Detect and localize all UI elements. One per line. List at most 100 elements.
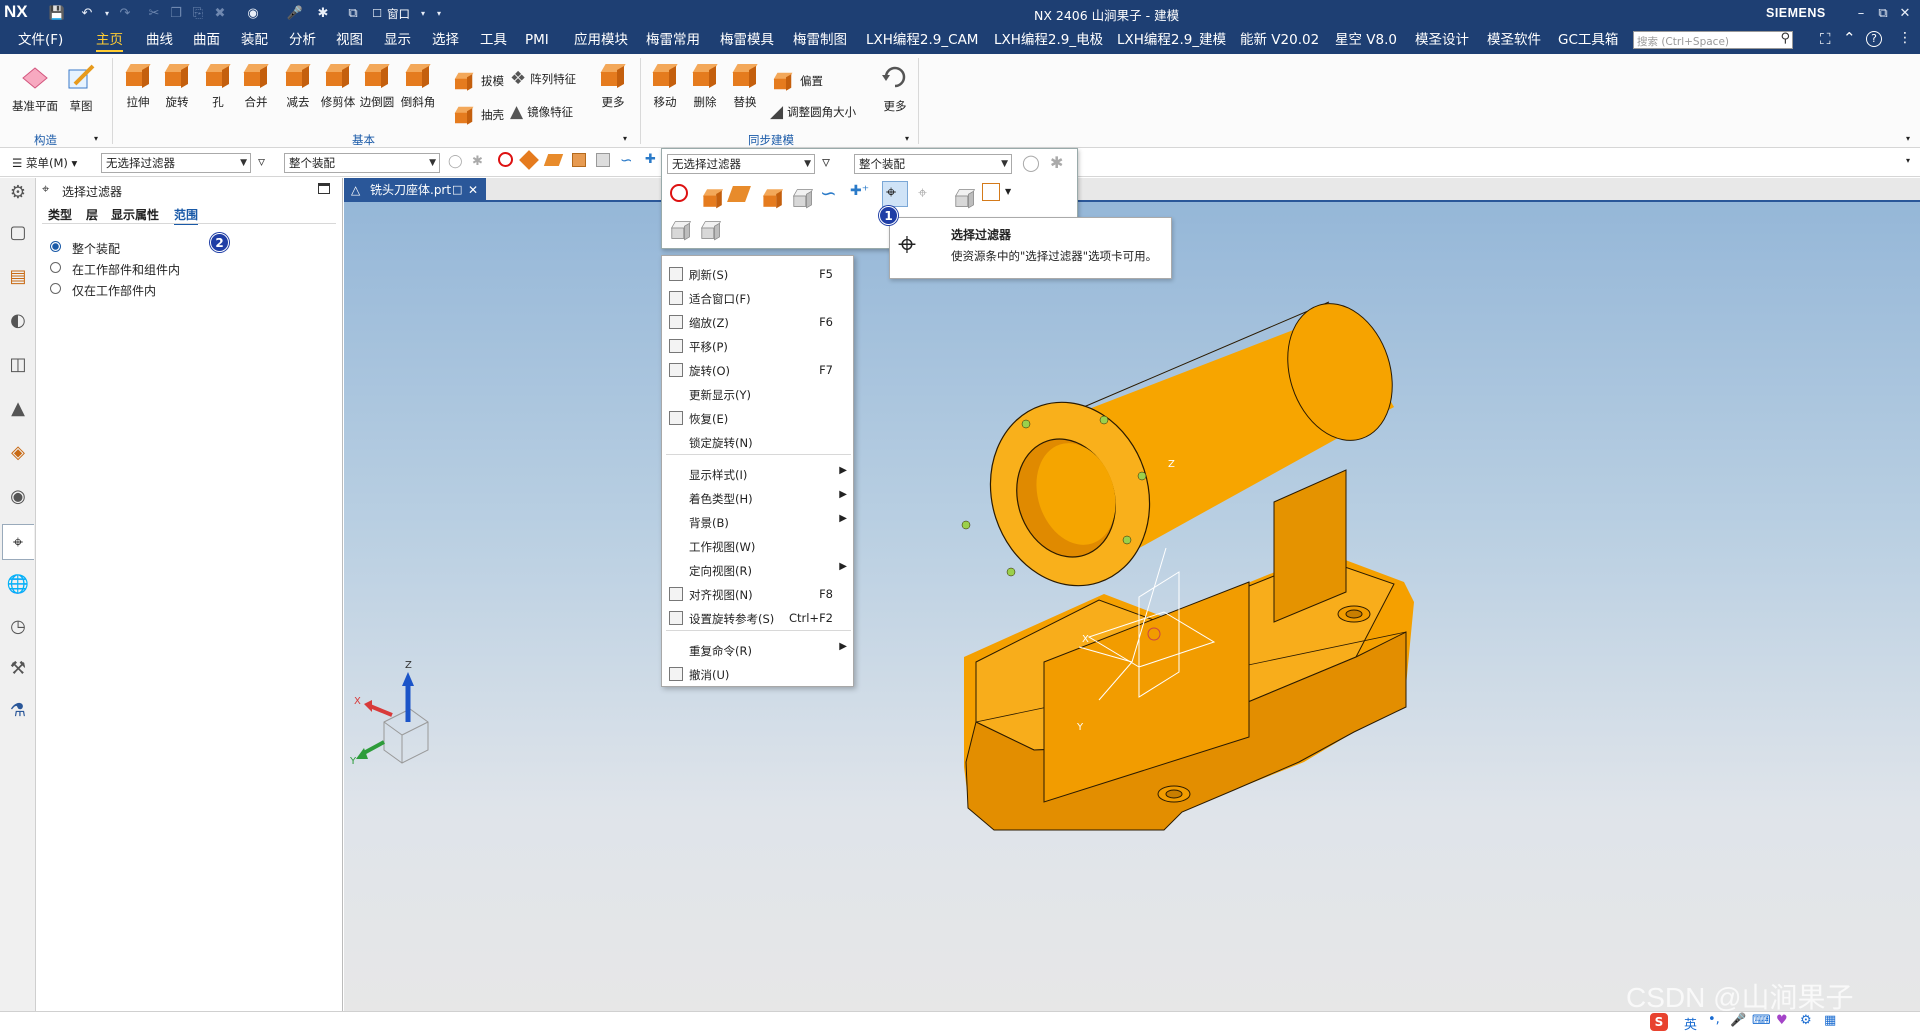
popup-snap-point-icon[interactable] bbox=[982, 183, 1000, 201]
restore-icon[interactable]: ⧉ bbox=[1874, 4, 1892, 22]
popup-snap-dropdown-icon[interactable]: ▼ bbox=[1005, 187, 1011, 196]
microphone-icon[interactable]: 🎤 bbox=[286, 4, 304, 22]
fullscreen-icon[interactable]: ⛶ bbox=[1820, 30, 1831, 48]
graphics-window[interactable]: Z X Y Z X Y CSDN @山涧果子 bbox=[344, 202, 1920, 1013]
menu-tab-14[interactable]: 梅雷制图 bbox=[793, 26, 847, 54]
popup-no-selection-icon[interactable] bbox=[670, 184, 688, 202]
minimize-icon[interactable]: – bbox=[1852, 4, 1870, 22]
help-icon[interactable]: ? bbox=[1866, 31, 1882, 47]
face-select-icon[interactable] bbox=[543, 154, 564, 166]
menu-tab-3[interactable]: 曲面 bbox=[193, 26, 220, 54]
constraint-navigator-icon[interactable]: ◐ bbox=[6, 308, 30, 332]
panel-maximize-icon[interactable] bbox=[318, 183, 330, 194]
menu-tab-19[interactable]: 星空 V8.0 bbox=[1335, 26, 1397, 54]
context-menu-item[interactable]: 旋转(O) F7 bbox=[662, 358, 855, 382]
delete-icon[interactable]: ✖ bbox=[211, 4, 229, 22]
copy-icon[interactable]: ❐ bbox=[167, 4, 185, 22]
menu-tab-17[interactable]: LXH编程2.9_建模 bbox=[1117, 26, 1226, 54]
search-input[interactable]: 搜索 (Ctrl+Space) bbox=[1637, 34, 1729, 49]
part-thread-hole[interactable] bbox=[1021, 419, 1031, 429]
popup-extra-icon-b[interactable] bbox=[698, 217, 724, 246]
search-icon[interactable]: ⚲ bbox=[1780, 31, 1790, 46]
scope-select[interactable]: 整个装配 ▼ bbox=[284, 153, 440, 173]
selbar-overflow-icon[interactable]: ▾ bbox=[1906, 156, 1910, 165]
context-menu-item[interactable]: 缩放(Z) F6 bbox=[662, 310, 855, 334]
resize-blend-button[interactable]: ◢ 调整圆角大小 bbox=[770, 102, 856, 122]
ime-punct-icon[interactable]: •, bbox=[1708, 1012, 1720, 1027]
pattern-feature-button[interactable]: ❖ 阵列特征 bbox=[510, 68, 576, 89]
ribbon-options-icon[interactable]: ⋮ bbox=[1898, 30, 1912, 46]
sketch-button[interactable]: 草图 bbox=[62, 62, 100, 114]
menu-tab-2[interactable]: 曲线 bbox=[146, 26, 173, 54]
popup-solid-icon[interactable] bbox=[760, 185, 786, 214]
save-icon[interactable]: 💾 bbox=[48, 4, 66, 22]
datum-plane-button[interactable]: 基准平面 bbox=[10, 62, 60, 114]
context-menu-item[interactable]: 对齐视图(N) F8 bbox=[662, 582, 855, 606]
menu-tab-20[interactable]: 模圣设计 bbox=[1415, 26, 1469, 54]
window-switch-icon[interactable]: ⧉ bbox=[344, 4, 362, 22]
popup-points-icon[interactable]: ✚⁺ bbox=[850, 183, 869, 199]
popup-filter-funnel-icon[interactable]: ▿ bbox=[822, 152, 830, 171]
model-views-icon[interactable]: ◫ bbox=[6, 352, 30, 376]
popup-component-icon[interactable] bbox=[952, 185, 978, 214]
ime-mic-icon[interactable]: 🎤 bbox=[1730, 1013, 1746, 1028]
ime-lang[interactable]: 英 bbox=[1684, 1014, 1697, 1033]
part-thread-hole[interactable] bbox=[1099, 415, 1109, 425]
assembly-navigator-icon[interactable]: ▤ bbox=[6, 264, 30, 288]
nx-logo[interactable]: NX bbox=[4, 2, 28, 22]
menu-tab-16[interactable]: LXH编程2.9_电极 bbox=[994, 26, 1103, 54]
menu-tab-5[interactable]: 分析 bbox=[289, 26, 316, 54]
move-button[interactable]: 移动 bbox=[646, 62, 684, 110]
scope-radio-0[interactable] bbox=[50, 241, 61, 252]
ime-grid-icon[interactable]: ▦ bbox=[1824, 1013, 1836, 1028]
basic-expand-icon[interactable]: ▾ bbox=[623, 134, 627, 143]
menu-tab-22[interactable]: GC工具箱 bbox=[1558, 26, 1618, 54]
context-menu-item[interactable]: 设置旋转参考(S) Ctrl+F2 bbox=[662, 606, 855, 630]
scope-radio-2[interactable] bbox=[50, 283, 61, 294]
context-menu-item[interactable]: 平移(P) bbox=[662, 334, 855, 358]
context-menu-item[interactable]: 显示样式(I) ▶ bbox=[662, 462, 855, 486]
deselect-icon[interactable]: ✱ bbox=[472, 154, 483, 169]
trim-body-button[interactable]: 修剪体 bbox=[318, 62, 358, 110]
construct-expand-icon[interactable]: ▾ bbox=[94, 134, 98, 143]
selection-filter-icon[interactable]: ⌖ bbox=[6, 530, 30, 554]
select-all-icon[interactable]: ◯ bbox=[448, 154, 463, 169]
ime-tools-icon[interactable]: ⚙ bbox=[1800, 1013, 1812, 1028]
history-icon[interactable]: 🌐 bbox=[6, 572, 30, 596]
command-finder-icon[interactable]: ✱ bbox=[314, 4, 332, 22]
context-menu-item[interactable]: 背景(B) ▶ bbox=[662, 510, 855, 534]
popup-curve-icon[interactable]: ∽ bbox=[820, 181, 837, 205]
context-menu-item[interactable]: 恢复(E) bbox=[662, 406, 855, 430]
shell-button[interactable]: 抽壳 bbox=[451, 102, 504, 128]
menu-tab-15[interactable]: LXH编程2.9_CAM bbox=[866, 26, 978, 54]
tab-document[interactable]: △ 铣头刀座体.prt □ ✕ bbox=[344, 178, 486, 202]
no-selection-icon[interactable] bbox=[498, 152, 513, 167]
delete-face-button[interactable]: 删除 bbox=[686, 62, 724, 110]
undo-icon[interactable]: ↶ bbox=[78, 4, 96, 22]
part-thread-hole[interactable] bbox=[1122, 535, 1132, 545]
sync-expand-icon[interactable]: ▾ bbox=[905, 134, 909, 143]
ribbon-overflow-icon[interactable]: ▾ bbox=[1906, 134, 1910, 143]
tab-2[interactable]: 显示属性 bbox=[111, 206, 159, 223]
cut-icon[interactable]: ✂ bbox=[145, 4, 163, 22]
filter-funnel-icon[interactable]: ▿ bbox=[258, 154, 265, 170]
subtract-button[interactable]: 减去 bbox=[278, 62, 318, 110]
context-menu-item[interactable]: 工作视图(W) bbox=[662, 534, 855, 558]
solid-select-icon[interactable] bbox=[572, 153, 586, 167]
file-menu[interactable]: 文件(F) bbox=[18, 26, 63, 54]
part-thread-hole[interactable] bbox=[961, 520, 971, 530]
popup-type-filter-select[interactable]: 无选择过滤器 ▼ bbox=[667, 154, 815, 174]
hole-button[interactable]: 孔 bbox=[198, 62, 238, 110]
body-select-icon[interactable] bbox=[519, 150, 539, 170]
curve-select-icon[interactable]: ∽ bbox=[620, 151, 633, 169]
edge-blend-button[interactable]: 边倒圆 bbox=[357, 62, 397, 110]
menu-tab-21[interactable]: 模圣软件 bbox=[1487, 26, 1541, 54]
draft-button[interactable]: 拔模 bbox=[451, 68, 504, 94]
popup-face-icon[interactable] bbox=[727, 186, 751, 202]
menu-tab-1[interactable]: 主页 bbox=[96, 26, 123, 54]
view-triad[interactable] bbox=[356, 672, 429, 764]
context-menu-item[interactable]: 适合窗口(F) bbox=[662, 286, 855, 310]
part-navigator-icon[interactable]: ▢ bbox=[6, 220, 30, 244]
context-menu-item[interactable]: 更新显示(Y) bbox=[662, 382, 855, 406]
chamfer-button[interactable]: 倒斜角 bbox=[398, 62, 438, 110]
